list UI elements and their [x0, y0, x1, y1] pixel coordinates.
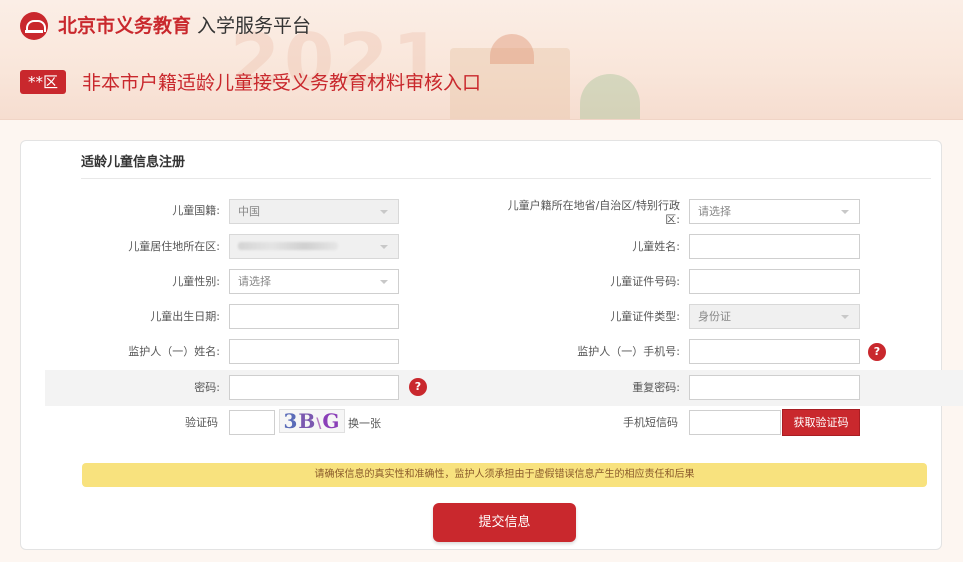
- repeat-password-input[interactable]: [689, 375, 860, 400]
- guardian-phone-label: 监护人（一）手机号:: [577, 345, 680, 358]
- nationality-label: 儿童国籍:: [172, 204, 220, 217]
- id-number-input[interactable]: [689, 269, 860, 294]
- id-type-select[interactable]: 身份证: [689, 304, 860, 329]
- chevron-down-icon: [841, 315, 849, 319]
- guardian-name-input[interactable]: [229, 339, 399, 364]
- birth-date-label: 儿童出生日期:: [150, 310, 220, 323]
- form-title: 适龄儿童信息注册: [81, 155, 186, 170]
- gender-label: 儿童性别:: [172, 275, 220, 288]
- password-label: 密码:: [194, 381, 220, 394]
- brand-strong: 北京市义务教育: [58, 15, 192, 37]
- page-title: 非本市户籍适龄儿童接受义务教育材料审核入口: [82, 72, 482, 94]
- guardian-phone-input[interactable]: [689, 339, 860, 364]
- phone-help-icon[interactable]: ?: [868, 343, 886, 361]
- nationality-select[interactable]: 中国: [229, 199, 399, 224]
- repeat-password-label: 重复密码:: [632, 381, 680, 394]
- swap-captcha-link[interactable]: 换一张: [348, 415, 381, 431]
- password-help-icon[interactable]: ?: [409, 378, 427, 396]
- form-title-divider: [81, 178, 931, 179]
- nationality-value: 中国: [238, 205, 260, 218]
- guardian-name-label: 监护人（一）姓名:: [128, 345, 220, 358]
- residence-district-label: 儿童居住地所在区:: [128, 240, 220, 253]
- get-sms-code-button[interactable]: 获取验证码: [782, 409, 860, 436]
- platform-name: 北京市义务教育 入学服务平台: [58, 14, 311, 38]
- chevron-down-icon: [841, 210, 849, 214]
- id-type-value: 身份证: [698, 310, 731, 323]
- id-type-label: 儿童证件类型:: [610, 310, 680, 323]
- brand-light: 入学服务平台: [197, 15, 312, 37]
- sms-code-label: 手机短信码: [623, 416, 678, 429]
- sms-code-input[interactable]: [689, 410, 781, 435]
- child-name-label: 儿童姓名:: [632, 240, 680, 253]
- chevron-down-icon: [380, 210, 388, 214]
- disclaimer-notice: 请确保信息的真实性和准确性，监护人须承担由于虚假错误信息产生的相应责任和后果: [82, 463, 927, 487]
- platform-logo-icon: [20, 12, 48, 40]
- id-number-label: 儿童证件号码:: [610, 275, 680, 288]
- captcha-image[interactable]: 3B\G: [279, 409, 345, 433]
- chevron-down-icon: [380, 245, 388, 249]
- household-province-select[interactable]: 请选择: [689, 199, 860, 224]
- submit-button[interactable]: 提交信息: [433, 503, 576, 542]
- district-badge: **区: [20, 70, 67, 94]
- residence-district-select[interactable]: [229, 234, 399, 259]
- captcha-label: 验证码: [185, 416, 218, 429]
- blurred-value: [238, 242, 338, 250]
- child-name-input[interactable]: [689, 234, 860, 259]
- household-province-placeholder: 请选择: [698, 205, 731, 218]
- gender-select[interactable]: 请选择: [229, 269, 399, 294]
- birth-date-input[interactable]: [229, 304, 399, 329]
- password-input[interactable]: [229, 375, 399, 400]
- household-province-label: 儿童户籍所在地省/自治区/特别行政 区:: [507, 199, 680, 226]
- gender-placeholder: 请选择: [238, 275, 271, 288]
- chevron-down-icon: [380, 280, 388, 284]
- captcha-input[interactable]: [229, 410, 275, 435]
